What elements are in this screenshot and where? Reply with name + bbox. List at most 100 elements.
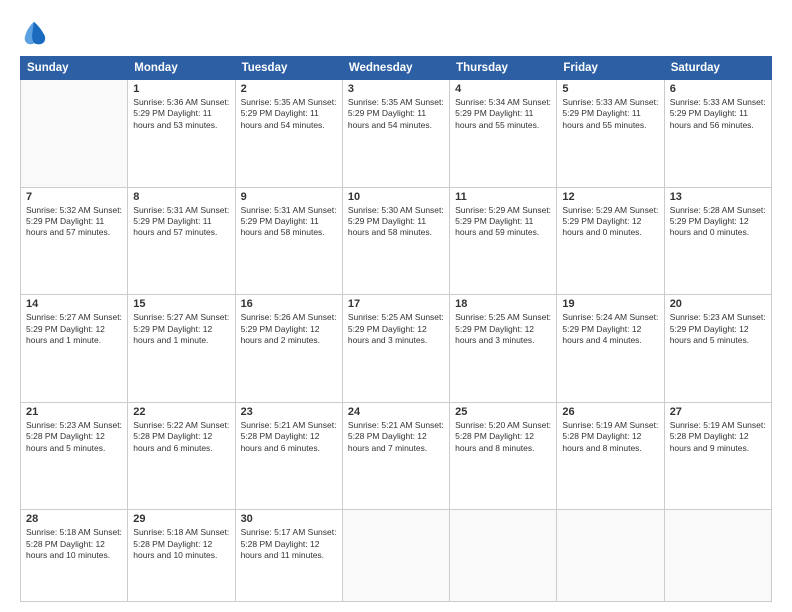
calendar-table: SundayMondayTuesdayWednesdayThursdayFrid… xyxy=(20,56,772,602)
day-number: 22 xyxy=(133,406,229,418)
calendar-cell: 20 Sunrise: 5:23 AM Sunset: 5:29 PM Dayli… xyxy=(664,295,771,403)
calendar-cell: 30 Sunrise: 5:17 AM Sunset: 5:28 PM Dayli… xyxy=(235,510,342,602)
day-number: 15 xyxy=(133,298,229,310)
calendar-week-row: 28 Sunrise: 5:18 AM Sunset: 5:28 PM Dayli… xyxy=(21,510,772,602)
calendar-cell: 18 Sunrise: 5:25 AM Sunset: 5:29 PM Dayli… xyxy=(450,295,557,403)
calendar-week-row: 21 Sunrise: 5:23 AM Sunset: 5:28 PM Dayli… xyxy=(21,402,772,510)
calendar-cell: 10 Sunrise: 5:30 AM Sunset: 5:29 PM Dayli… xyxy=(342,187,449,295)
day-detail: Sunrise: 5:36 AM Sunset: 5:29 PM Dayligh… xyxy=(133,97,229,131)
calendar-cell: 15 Sunrise: 5:27 AM Sunset: 5:29 PM Dayli… xyxy=(128,295,235,403)
calendar-cell: 28 Sunrise: 5:18 AM Sunset: 5:28 PM Dayli… xyxy=(21,510,128,602)
day-number: 9 xyxy=(241,191,337,203)
weekday-saturday: Saturday xyxy=(664,57,771,80)
day-detail: Sunrise: 5:24 AM Sunset: 5:29 PM Dayligh… xyxy=(562,312,658,346)
day-number: 28 xyxy=(26,513,122,525)
day-detail: Sunrise: 5:32 AM Sunset: 5:29 PM Dayligh… xyxy=(26,205,122,239)
page: SundayMondayTuesdayWednesdayThursdayFrid… xyxy=(0,0,792,612)
day-detail: Sunrise: 5:26 AM Sunset: 5:29 PM Dayligh… xyxy=(241,312,337,346)
calendar-cell: 7 Sunrise: 5:32 AM Sunset: 5:29 PM Daylig… xyxy=(21,187,128,295)
calendar-cell: 6 Sunrise: 5:33 AM Sunset: 5:29 PM Daylig… xyxy=(664,80,771,188)
day-number: 18 xyxy=(455,298,551,310)
calendar-cell: 27 Sunrise: 5:19 AM Sunset: 5:28 PM Dayli… xyxy=(664,402,771,510)
day-number: 5 xyxy=(562,83,658,95)
calendar-cell: 26 Sunrise: 5:19 AM Sunset: 5:28 PM Dayli… xyxy=(557,402,664,510)
day-number: 27 xyxy=(670,406,766,418)
day-number: 23 xyxy=(241,406,337,418)
day-detail: Sunrise: 5:33 AM Sunset: 5:29 PM Dayligh… xyxy=(670,97,766,131)
header xyxy=(20,18,772,46)
day-number: 8 xyxy=(133,191,229,203)
weekday-header-row: SundayMondayTuesdayWednesdayThursdayFrid… xyxy=(21,57,772,80)
calendar-cell: 12Sunrise: 5:29 AM Sunset: 5:29 PM Dayli… xyxy=(557,187,664,295)
day-detail: Sunrise: 5:20 AM Sunset: 5:28 PM Dayligh… xyxy=(455,420,551,454)
day-detail: Sunrise: 5:19 AM Sunset: 5:28 PM Dayligh… xyxy=(670,420,766,454)
day-detail: Sunrise: 5:29 AM Sunset: 5:29 PM Dayligh… xyxy=(562,205,658,239)
day-detail: Sunrise: 5:31 AM Sunset: 5:29 PM Dayligh… xyxy=(241,205,337,239)
calendar-week-row: 7 Sunrise: 5:32 AM Sunset: 5:29 PM Daylig… xyxy=(21,187,772,295)
weekday-monday: Monday xyxy=(128,57,235,80)
day-detail: Sunrise: 5:34 AM Sunset: 5:29 PM Dayligh… xyxy=(455,97,551,131)
day-number: 3 xyxy=(348,83,444,95)
day-detail: Sunrise: 5:35 AM Sunset: 5:29 PM Dayligh… xyxy=(241,97,337,131)
calendar-cell: 25 Sunrise: 5:20 AM Sunset: 5:28 PM Dayli… xyxy=(450,402,557,510)
day-number: 10 xyxy=(348,191,444,203)
day-detail: Sunrise: 5:17 AM Sunset: 5:28 PM Dayligh… xyxy=(241,527,337,561)
calendar-cell: 17Sunrise: 5:25 AM Sunset: 5:29 PM Dayli… xyxy=(342,295,449,403)
calendar-cell: 14 Sunrise: 5:27 AM Sunset: 5:29 PM Dayli… xyxy=(21,295,128,403)
day-detail: Sunrise: 5:21 AM Sunset: 5:28 PM Dayligh… xyxy=(241,420,337,454)
day-number: 30 xyxy=(241,513,337,525)
weekday-sunday: Sunday xyxy=(21,57,128,80)
calendar-cell xyxy=(21,80,128,188)
calendar-cell: 2 Sunrise: 5:35 AM Sunset: 5:29 PM Daylig… xyxy=(235,80,342,188)
day-detail: Sunrise: 5:19 AM Sunset: 5:28 PM Dayligh… xyxy=(562,420,658,454)
day-detail: Sunrise: 5:21 AM Sunset: 5:28 PM Dayligh… xyxy=(348,420,444,454)
day-detail: Sunrise: 5:28 AM Sunset: 5:29 PM Dayligh… xyxy=(670,205,766,239)
day-number: 26 xyxy=(562,406,658,418)
day-number: 21 xyxy=(26,406,122,418)
day-detail: Sunrise: 5:33 AM Sunset: 5:29 PM Dayligh… xyxy=(562,97,658,131)
day-number: 16 xyxy=(241,298,337,310)
calendar-week-row: 1Sunrise: 5:36 AM Sunset: 5:29 PM Daylig… xyxy=(21,80,772,188)
day-number: 20 xyxy=(670,298,766,310)
day-number: 7 xyxy=(26,191,122,203)
weekday-thursday: Thursday xyxy=(450,57,557,80)
calendar-cell: 9 Sunrise: 5:31 AM Sunset: 5:29 PM Daylig… xyxy=(235,187,342,295)
calendar-cell: 1Sunrise: 5:36 AM Sunset: 5:29 PM Daylig… xyxy=(128,80,235,188)
day-detail: Sunrise: 5:25 AM Sunset: 5:29 PM Dayligh… xyxy=(348,312,444,346)
logo-icon xyxy=(20,18,48,46)
day-number: 14 xyxy=(26,298,122,310)
day-detail: Sunrise: 5:22 AM Sunset: 5:28 PM Dayligh… xyxy=(133,420,229,454)
day-detail: Sunrise: 5:23 AM Sunset: 5:28 PM Dayligh… xyxy=(26,420,122,454)
day-number: 6 xyxy=(670,83,766,95)
calendar-cell: 21 Sunrise: 5:23 AM Sunset: 5:28 PM Dayli… xyxy=(21,402,128,510)
calendar-cell: 5 Sunrise: 5:33 AM Sunset: 5:29 PM Daylig… xyxy=(557,80,664,188)
weekday-friday: Friday xyxy=(557,57,664,80)
day-detail: Sunrise: 5:30 AM Sunset: 5:29 PM Dayligh… xyxy=(348,205,444,239)
day-detail: Sunrise: 5:35 AM Sunset: 5:29 PM Dayligh… xyxy=(348,97,444,131)
calendar-week-row: 14 Sunrise: 5:27 AM Sunset: 5:29 PM Dayli… xyxy=(21,295,772,403)
day-number: 2 xyxy=(241,83,337,95)
day-detail: Sunrise: 5:29 AM Sunset: 5:29 PM Dayligh… xyxy=(455,205,551,239)
day-detail: Sunrise: 5:18 AM Sunset: 5:28 PM Dayligh… xyxy=(26,527,122,561)
calendar-cell xyxy=(664,510,771,602)
day-detail: Sunrise: 5:31 AM Sunset: 5:29 PM Dayligh… xyxy=(133,205,229,239)
day-number: 24 xyxy=(348,406,444,418)
calendar-cell: 29 Sunrise: 5:18 AM Sunset: 5:28 PM Dayli… xyxy=(128,510,235,602)
day-number: 29 xyxy=(133,513,229,525)
weekday-wednesday: Wednesday xyxy=(342,57,449,80)
day-detail: Sunrise: 5:25 AM Sunset: 5:29 PM Dayligh… xyxy=(455,312,551,346)
calendar-cell: 8 Sunrise: 5:31 AM Sunset: 5:29 PM Daylig… xyxy=(128,187,235,295)
calendar-cell: 4 Sunrise: 5:34 AM Sunset: 5:29 PM Daylig… xyxy=(450,80,557,188)
calendar-cell xyxy=(450,510,557,602)
day-detail: Sunrise: 5:27 AM Sunset: 5:29 PM Dayligh… xyxy=(26,312,122,346)
calendar-cell: 19 Sunrise: 5:24 AM Sunset: 5:29 PM Dayli… xyxy=(557,295,664,403)
calendar-cell: 3 Sunrise: 5:35 AM Sunset: 5:29 PM Daylig… xyxy=(342,80,449,188)
day-detail: Sunrise: 5:23 AM Sunset: 5:29 PM Dayligh… xyxy=(670,312,766,346)
day-number: 4 xyxy=(455,83,551,95)
day-detail: Sunrise: 5:18 AM Sunset: 5:28 PM Dayligh… xyxy=(133,527,229,561)
calendar-cell xyxy=(557,510,664,602)
day-number: 25 xyxy=(455,406,551,418)
day-detail: Sunrise: 5:27 AM Sunset: 5:29 PM Dayligh… xyxy=(133,312,229,346)
day-number: 13 xyxy=(670,191,766,203)
day-number: 19 xyxy=(562,298,658,310)
